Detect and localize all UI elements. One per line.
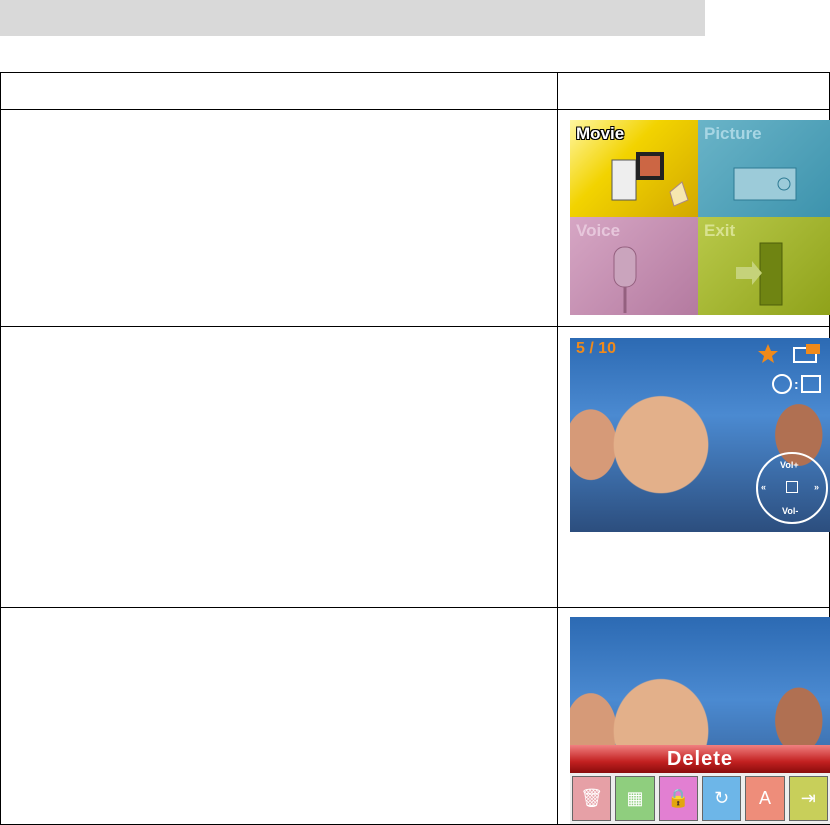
mode-menu-screenshot: Movie Picture Voice Exit: [570, 120, 830, 315]
forward-icon: »: [814, 482, 820, 492]
play-pause-icon: [786, 481, 798, 493]
star-icon: [758, 344, 778, 363]
trash-icon: 🗑: [572, 776, 612, 821]
section-header-bar: [0, 0, 705, 36]
delete-title-bar: Delete: [570, 745, 830, 773]
grid-icon: ▦: [615, 776, 655, 821]
rewind-icon: «: [761, 482, 767, 492]
microphone-icon: [613, 246, 637, 313]
door-exit-icon: [736, 242, 783, 306]
svg-text::: :: [794, 376, 799, 392]
lock-icon: 🔒: [658, 776, 698, 821]
camcorder-icon: [611, 152, 689, 207]
exit-tile: Exit: [698, 217, 830, 315]
playback-screenshot: 5 / 10 : Vol+ Vol- « »: [570, 338, 830, 532]
volume-down-label: Vol-: [782, 506, 799, 516]
navigation-ring: Vol+ Vol- « »: [756, 452, 828, 524]
rotate-icon: ↻: [701, 776, 742, 821]
delete-title: Delete: [666, 748, 734, 770]
image-counter: 5 / 10: [576, 340, 617, 357]
auto-icon: A: [745, 776, 785, 821]
slideshow-icon: :: [772, 374, 821, 394]
exit-icon: ⇥: [788, 776, 828, 821]
volume-up-label: Vol+: [780, 460, 799, 470]
delete-menu-screenshot: Delete 🗑 ▦ 🔒 ↻ A ⇥: [570, 617, 830, 824]
projector-icon: [733, 167, 797, 201]
voice-tile: Voice: [570, 217, 698, 315]
picture-tile: Picture: [698, 120, 830, 217]
menu-icon-strip: 🗑 ▦ 🔒 ↻ A ⇥: [570, 773, 830, 824]
playback-mode-icon: [793, 344, 820, 363]
movie-tile: Movie: [570, 120, 698, 217]
